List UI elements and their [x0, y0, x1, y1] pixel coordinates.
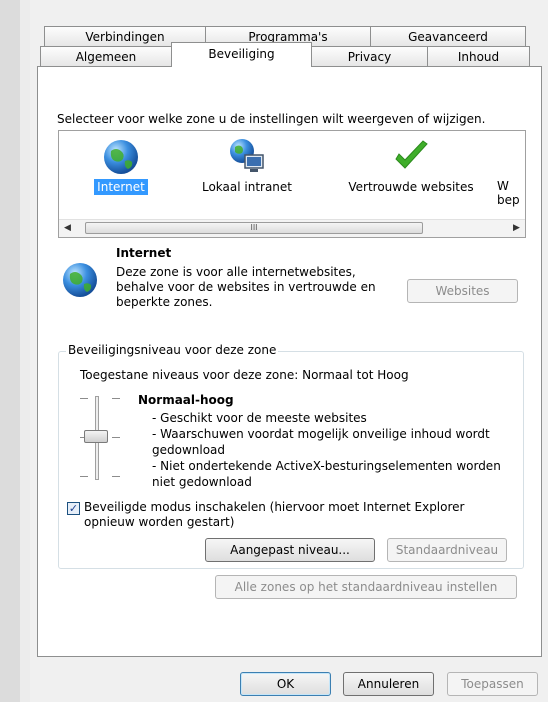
- slider-tick: [112, 476, 120, 477]
- window-left-edge: [0, 0, 21, 702]
- websites-button[interactable]: Websites: [407, 279, 518, 303]
- level-name: Normaal-hoog: [138, 393, 234, 407]
- zone-item-vertrouwde-websites[interactable]: Vertrouwde websites: [341, 131, 481, 195]
- zone-item-internet[interactable]: Internet: [61, 131, 181, 195]
- ok-button[interactable]: OK: [240, 672, 331, 696]
- tab-inhoud[interactable]: Inhoud: [427, 46, 530, 66]
- zone-prompt: Selecteer voor welke zone u de instellin…: [57, 112, 486, 126]
- scroll-left-arrow-icon[interactable]: ◀: [59, 220, 76, 237]
- security-slider-thumb[interactable]: [84, 430, 108, 443]
- scrollbar-grip: III: [250, 223, 258, 232]
- level-bullet: - Geschikt voor de meeste websites: [152, 411, 367, 425]
- protected-mode-label: opnieuw worden gestart): [84, 515, 235, 529]
- slider-tick: [80, 476, 88, 477]
- tab-label: Algemeen: [75, 50, 137, 64]
- level-bullet: - Waarschuwen voordat mogelijk onveilige…: [152, 427, 490, 441]
- scroll-right-arrow-icon[interactable]: ▶: [508, 220, 525, 237]
- zone-label: Vertrouwde websites: [348, 180, 474, 194]
- apply-button[interactable]: Toepassen: [447, 672, 538, 696]
- slider-tick: [80, 398, 88, 399]
- tab-label: Verbindingen: [85, 30, 165, 44]
- checkmark-icon: ✓: [68, 502, 79, 515]
- zone-label: Lokaal intranet: [201, 180, 293, 194]
- globe-icon: [101, 137, 141, 177]
- reset-all-zones-button[interactable]: Alle zones op het standaardniveau instel…: [215, 575, 517, 599]
- checkmark-icon: [391, 137, 431, 177]
- level-bullet: niet gedownload: [152, 475, 252, 489]
- zone-info-title: Internet: [116, 246, 172, 260]
- default-level-button[interactable]: Standaardniveau: [387, 538, 507, 562]
- restricted-icon: [497, 137, 525, 177]
- level-bullet: gedownload: [152, 443, 226, 457]
- tab-label: Inhoud: [457, 50, 500, 64]
- tab-beveiliging[interactable]: Beveiliging: [171, 42, 312, 67]
- globe-icon: [60, 260, 100, 300]
- allowed-levels-text: Toegestane niveaus voor deze zone: Norma…: [80, 368, 409, 382]
- zone-info-line: Deze zone is voor alle internetwebsites,: [116, 265, 356, 279]
- protected-mode-label: Beveiligde modus inschakelen (hiervoor m…: [84, 500, 465, 514]
- zone-list[interactable]: Internet Lokaal intranet Vertrouwde webs…: [58, 130, 526, 238]
- tab-privacy[interactable]: Privacy: [311, 46, 428, 66]
- custom-level-button[interactable]: Aangepast niveau...: [205, 538, 375, 562]
- level-bullet: - Niet ondertekende ActiveX-besturingsel…: [152, 459, 501, 473]
- zone-label: Internet: [94, 179, 148, 195]
- protected-mode-checkbox[interactable]: ✓: [67, 502, 80, 515]
- scrollbar-thumb[interactable]: III: [85, 222, 423, 234]
- tab-geavanceerd[interactable]: Geavanceerd: [370, 26, 526, 46]
- tab-algemeen[interactable]: Algemeen: [40, 46, 172, 66]
- group-title: Beveiligingsniveau voor deze zone: [66, 343, 279, 358]
- zone-item-beperkte-websites[interactable]: W bep: [497, 131, 525, 207]
- cancel-button[interactable]: Annuleren: [343, 672, 434, 696]
- window-border: [20, 0, 30, 702]
- slider-tick: [112, 437, 120, 438]
- zone-list-scrollbar[interactable]: ◀ III ▶: [59, 219, 525, 237]
- tab-label: Privacy: [347, 50, 392, 64]
- intranet-icon: [227, 137, 267, 177]
- tab-label: Geavanceerd: [408, 30, 488, 44]
- zone-label: W bep: [497, 179, 520, 207]
- zone-item-lokaal-intranet[interactable]: Lokaal intranet: [187, 131, 307, 195]
- tab-label: Beveiliging: [208, 47, 275, 61]
- zone-info-line: behalve voor de websites in vertrouwde e…: [116, 280, 376, 294]
- zone-info-line: beperkte zones.: [116, 295, 213, 309]
- slider-tick: [112, 398, 120, 399]
